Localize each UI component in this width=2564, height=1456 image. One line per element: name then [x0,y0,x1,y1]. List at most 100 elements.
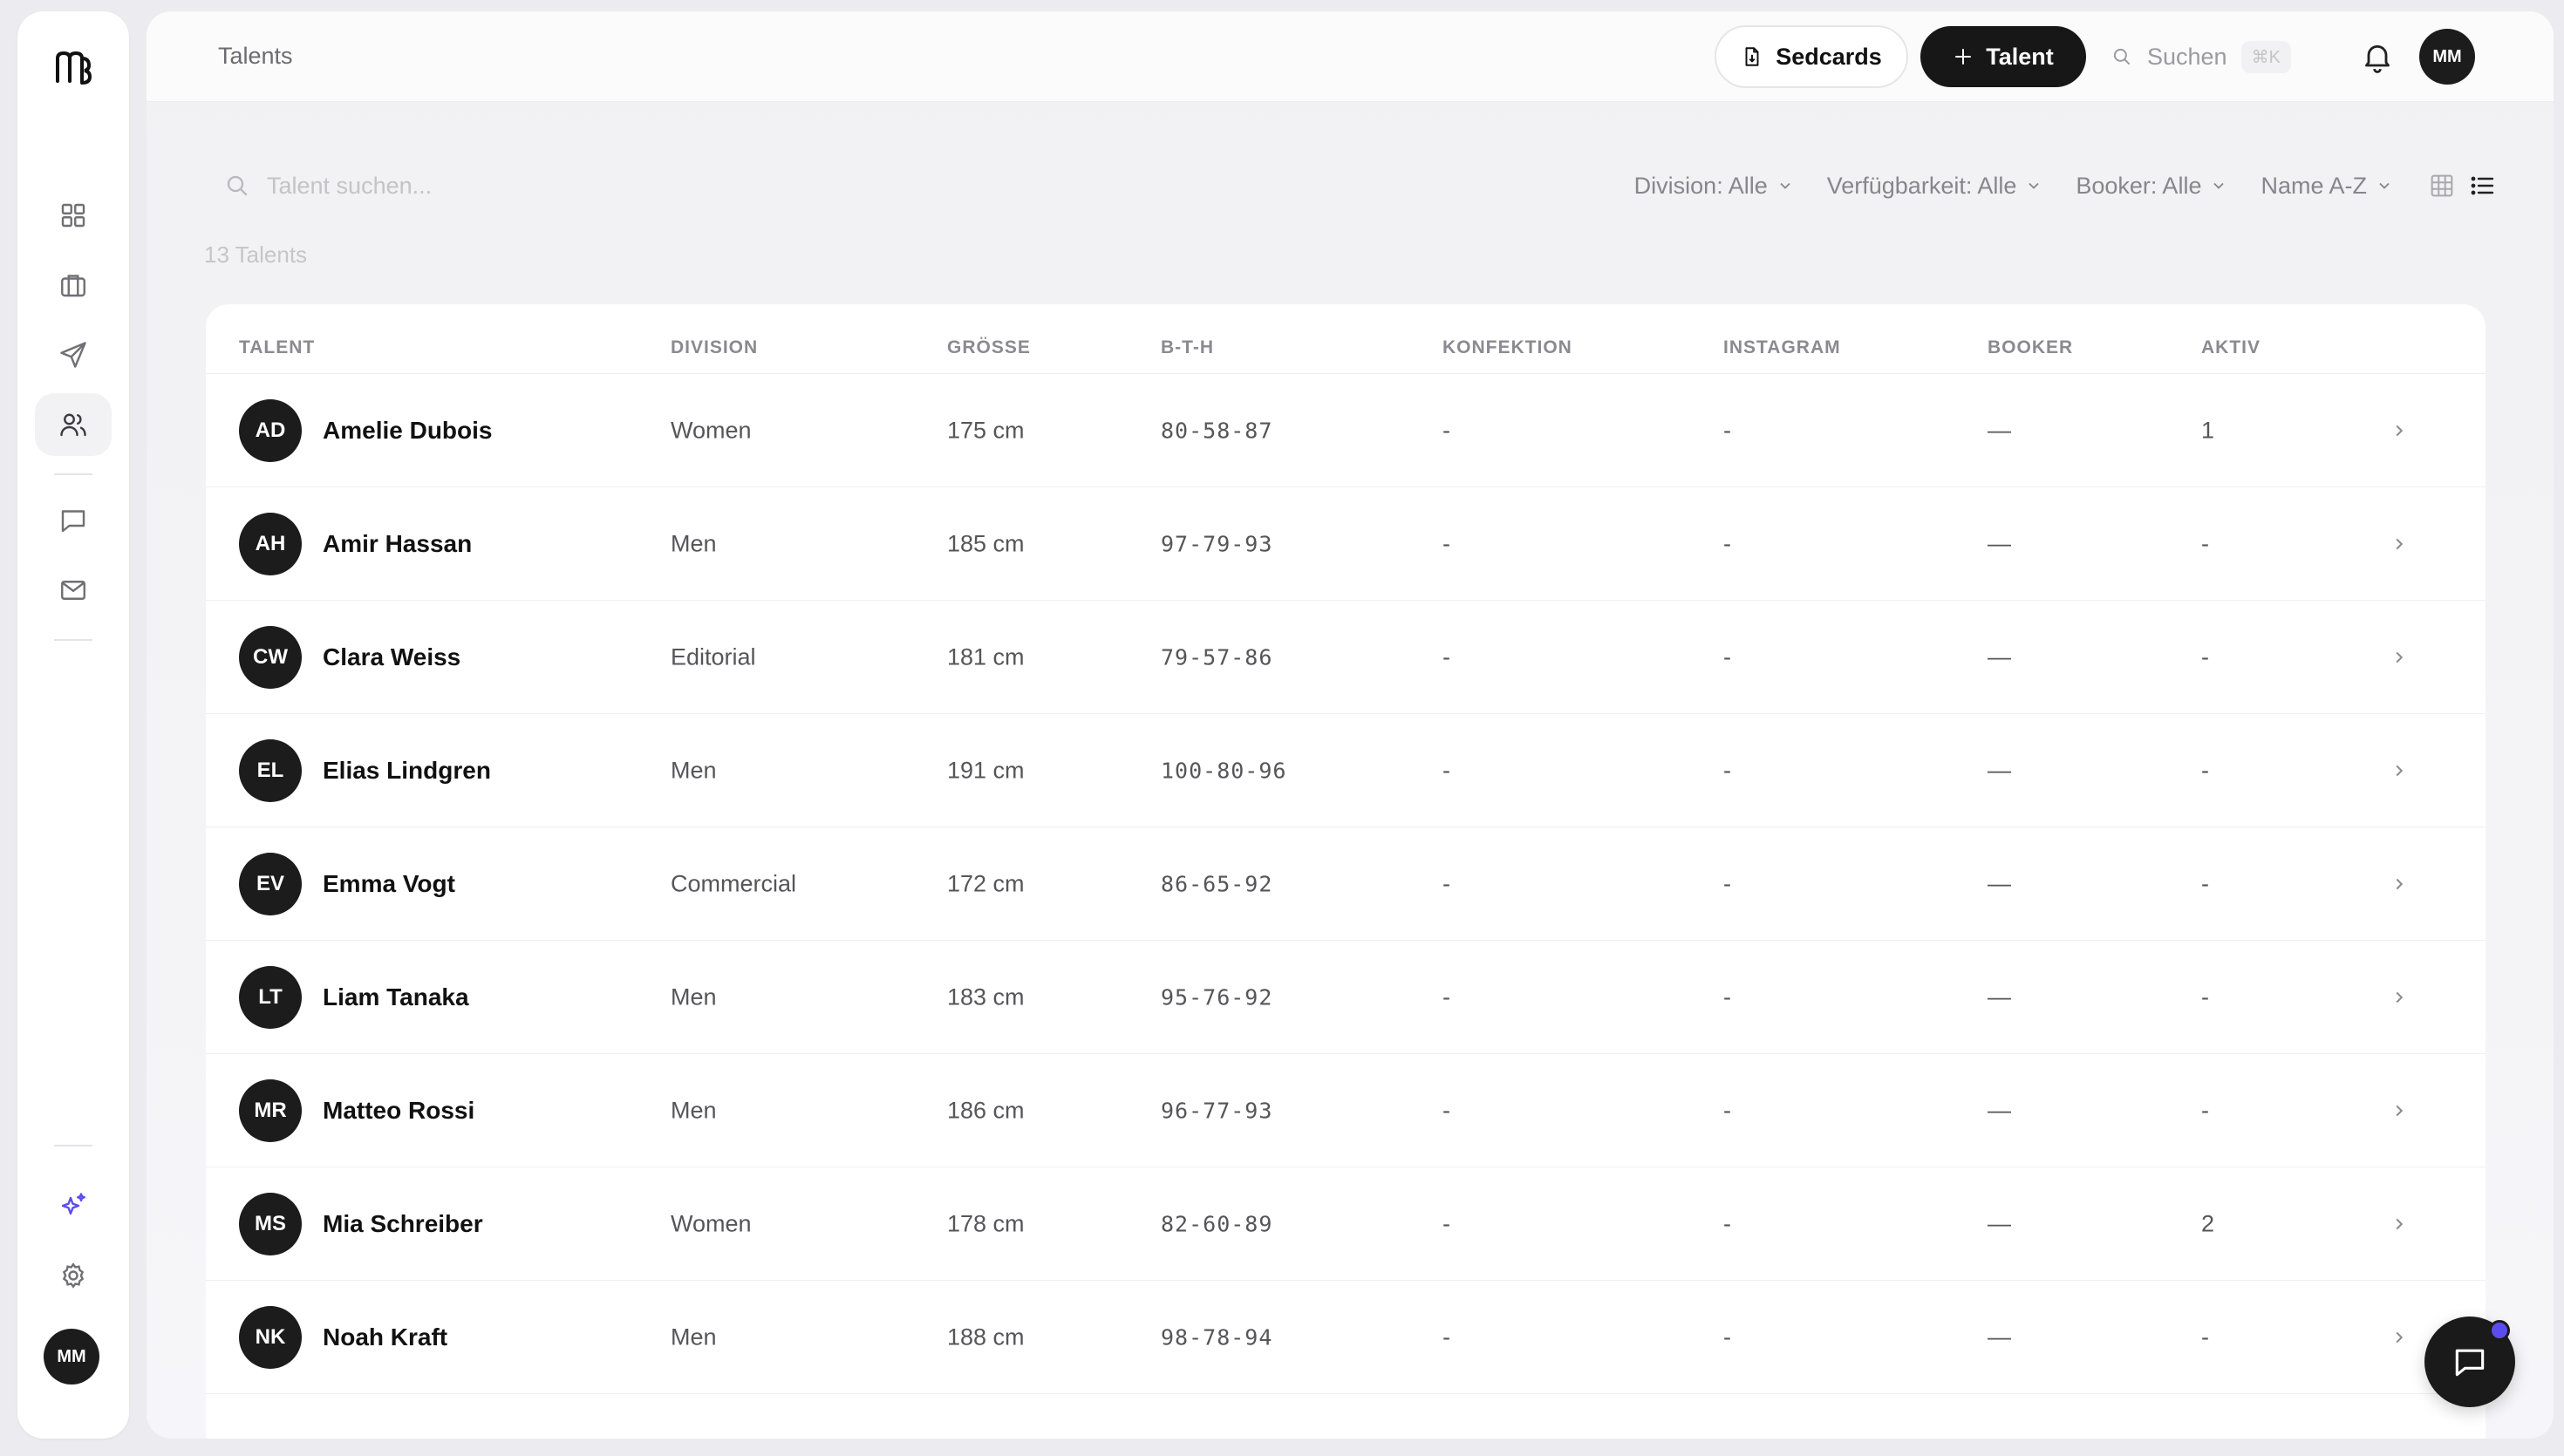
sidebar-divider [54,473,92,475]
table-row[interactable]: MS Mia Schreiber Women 178 cm 82-60-89 - - — 2 [206,1167,2486,1281]
nav-settings[interactable] [35,1244,112,1307]
talent-name[interactable]: Elias Lindgren [323,757,491,785]
cell-aktiv: 1 [2201,417,2215,443]
mail-icon [61,581,85,600]
col-bth[interactable]: B-T-H [1161,337,1214,358]
chevron-right-icon[interactable] [2390,648,2409,667]
chevron-right-icon[interactable] [2390,874,2409,894]
nav-talents[interactable] [35,393,112,456]
division-filter-label: Division: Alle [1633,172,1768,199]
sidebar-avatar[interactable]: MM [44,1329,99,1385]
table-header: TALENT DIVISION GRÖSSE B-T-H KONFEKTION … [206,304,2486,374]
chevron-right-icon[interactable] [2390,1328,2409,1347]
cell-division: Commercial [671,870,797,896]
cell-aktiv: - [2201,1097,2209,1123]
availability-filter[interactable]: Verfügbarkeit: Alle [1827,173,2043,200]
talent-name[interactable]: Noah Kraft [323,1323,447,1351]
nav-send[interactable] [35,323,112,386]
nav-dashboard[interactable] [35,184,112,247]
notification-dot [2489,1320,2510,1341]
table-row[interactable]: EL Elias Lindgren Men 191 cm 100-80-96 - - — - [206,714,2486,827]
talent-search-input[interactable]: Talent suchen... [223,172,432,200]
cell-aktiv: - [2201,983,2209,1010]
talent-name[interactable]: Liam Tanaka [323,983,469,1011]
availability-filter-label: Verfügbarkeit: Alle [1826,172,2017,199]
users-icon [60,413,86,437]
cell-bth: 82-60-89 [1161,1211,1273,1236]
sidebar-divider [54,1145,92,1146]
talent-name[interactable]: Amelie Dubois [323,417,492,445]
filter-bar: Division: Alle Verfügbarkeit: Alle Booke… [1601,172,2496,200]
nav-mail[interactable] [35,559,112,622]
list-view-icon[interactable] [2468,172,2496,200]
cell-konfektion: - [1442,530,1450,556]
talent-avatar: MR [239,1078,302,1142]
talents-table: TALENT DIVISION GRÖSSE B-T-H KONFEKTION … [206,304,2486,1439]
chevron-right-icon[interactable] [2390,534,2409,554]
search-icon [227,175,248,196]
cell-height: 181 cm [947,643,1025,670]
cell-instagram: - [1723,1097,1731,1123]
col-height[interactable]: GRÖSSE [947,337,1031,358]
user-avatar[interactable]: MM [2419,29,2475,85]
sort-select[interactable]: Name A-Z [2261,173,2393,200]
talent-name[interactable]: Amir Hassan [323,530,472,558]
talent-name[interactable]: Mia Schreiber [323,1210,483,1238]
cell-aktiv: - [2201,643,2209,670]
cell-division: Women [671,417,752,443]
table-row[interactable]: AH Amir Hassan Men 185 cm 97-79-93 - - — - [206,487,2486,601]
cell-konfektion: - [1442,870,1450,896]
chat-icon [2455,1349,2485,1377]
grid-view-icon[interactable] [2428,172,2456,200]
col-booker[interactable]: BOOKER [1988,337,2073,358]
col-konfektion[interactable]: KONFEKTION [1442,337,1572,358]
chevron-right-icon[interactable] [2390,1214,2409,1234]
cell-bth: 96-77-93 [1161,1098,1273,1123]
sparkles-icon [61,1193,85,1215]
talent-avatar: AD [239,398,302,462]
talent-name[interactable]: Emma Vogt [323,870,455,898]
cell-booker: — [1988,1097,2011,1123]
table-row[interactable]: MR Matteo Rossi Men 186 cm 96-77-93 - - — - [206,1054,2486,1167]
col-division[interactable]: DIVISION [671,337,758,358]
chevron-right-icon[interactable] [2390,988,2409,1007]
talent-avatar: EV [239,852,302,915]
division-filter[interactable]: Division: Alle [1634,173,1794,200]
main-panel: Talents Sedcards Talent Suchen ⌘K MM Tal… [147,11,2554,1439]
chevron-right-icon[interactable] [2390,761,2409,780]
table-row[interactable]: LT Liam Tanaka Men 183 cm 95-76-92 - - — - [206,941,2486,1054]
col-talent[interactable]: TALENT [239,337,315,358]
nav-messages[interactable] [35,489,112,552]
add-talent-button[interactable]: Talent [1920,26,2086,87]
table-row[interactable]: CW Clara Weiss Editorial 181 cm 79-57-86 - - — - [206,601,2486,714]
bell-icon[interactable] [2360,39,2395,74]
cell-bth: 97-79-93 [1161,531,1273,556]
cell-height: 188 cm [947,1323,1025,1350]
table-row[interactable]: AD Amelie Dubois Women 175 cm 80-58-87 - - — 1 [206,374,2486,487]
talent-name[interactable]: Matteo Rossi [323,1097,474,1125]
app-logo[interactable] [52,46,96,88]
cell-konfektion: - [1442,757,1450,783]
cell-booker: — [1988,983,2011,1010]
cell-booker: — [1988,643,2011,670]
col-aktiv[interactable]: AKTIV [2201,337,2261,358]
talent-search-placeholder: Talent suchen... [267,172,433,199]
sedcards-button[interactable]: Sedcards [1715,25,1908,88]
cell-division: Men [671,757,717,783]
cell-booker: — [1988,757,2011,783]
booker-filter[interactable]: Booker: Alle [2076,173,2227,200]
nav-ai[interactable] [35,1174,112,1237]
nav-jobs[interactable] [35,254,112,316]
talent-name[interactable]: Clara Weiss [323,643,460,671]
cell-instagram: - [1723,870,1731,896]
cell-height: 178 cm [947,1210,1025,1236]
global-search[interactable]: Suchen ⌘K [2111,37,2291,76]
cell-booker: — [1988,1323,2011,1350]
settings-icon [62,1262,85,1289]
table-row[interactable]: EV Emma Vogt Commercial 172 cm 86-65-92 - - — - [206,827,2486,941]
col-instagram[interactable]: INSTAGRAM [1723,337,1841,358]
chevron-right-icon[interactable] [2390,421,2409,440]
chevron-right-icon[interactable] [2390,1101,2409,1120]
table-row[interactable]: NK Noah Kraft Men 188 cm 98-78-94 - - — - [206,1281,2486,1394]
talent-avatar: MS [239,1192,302,1255]
